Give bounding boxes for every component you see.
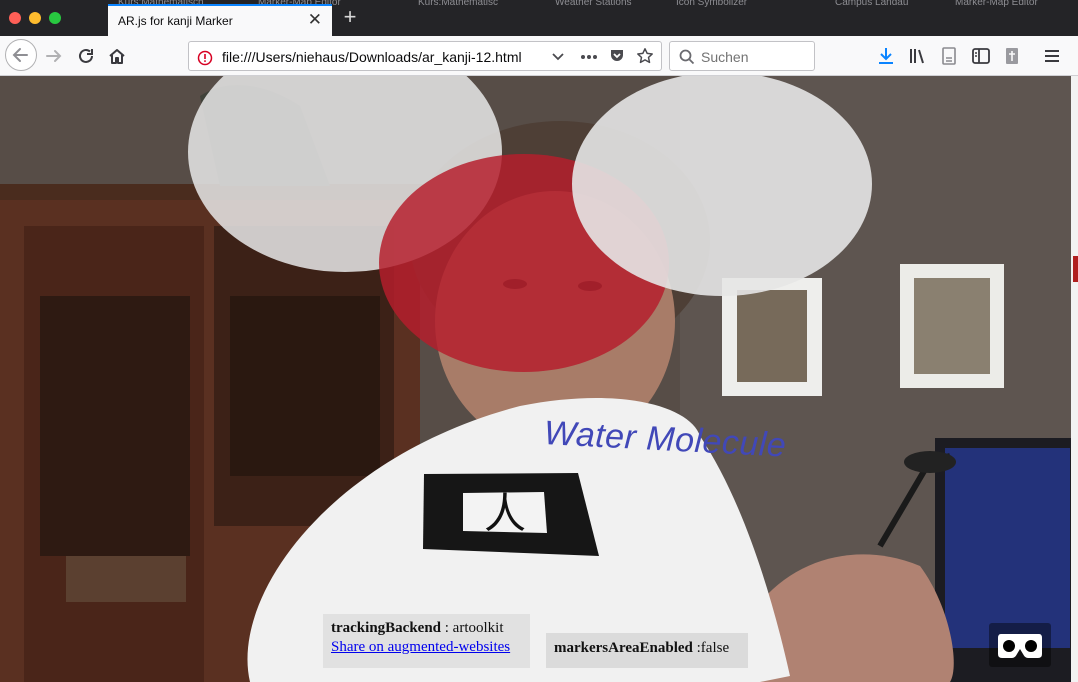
extension-button[interactable] bbox=[996, 40, 1028, 72]
monitor-screen bbox=[945, 448, 1070, 648]
markers-area-value: :false bbox=[692, 640, 730, 656]
forward-icon bbox=[46, 50, 62, 62]
vr-headset-icon bbox=[998, 634, 1042, 658]
camera-feed: 人 bbox=[0, 76, 1078, 682]
search-bar[interactable]: Suchen bbox=[669, 41, 815, 71]
extension-icon bbox=[1006, 48, 1018, 64]
page-actions-icon[interactable] bbox=[580, 54, 598, 60]
photo-right bbox=[914, 278, 990, 374]
search-placeholder: Suchen bbox=[701, 49, 749, 65]
tracking-backend-value: : artoolkit bbox=[441, 620, 504, 636]
home-icon bbox=[109, 49, 125, 64]
library-icon bbox=[910, 49, 924, 64]
vr-button[interactable] bbox=[989, 623, 1051, 667]
background-tab[interactable]: Weather Stations bbox=[555, 0, 665, 8]
dropdown-icon[interactable] bbox=[551, 52, 565, 62]
url-bar[interactable]: file:///Users/niehaus/Downloads/ar_kanji… bbox=[188, 41, 662, 71]
menu-icon bbox=[1045, 50, 1059, 62]
background-tab[interactable]: Marker-Map Editor bbox=[955, 0, 1065, 8]
library-button[interactable] bbox=[902, 40, 934, 72]
background-tab[interactable]: Icon Symbolizer bbox=[676, 0, 786, 8]
url-text[interactable]: file:///Users/niehaus/Downloads/ar_kanji… bbox=[222, 49, 522, 65]
reader-view-button[interactable] bbox=[933, 40, 965, 72]
page-edge-marker bbox=[1073, 256, 1078, 282]
pocket-icon[interactable] bbox=[609, 48, 625, 64]
info-icon[interactable] bbox=[197, 50, 213, 66]
cabinet-picture bbox=[66, 556, 186, 602]
lamp-head bbox=[904, 451, 956, 473]
home-button[interactable] bbox=[101, 40, 133, 72]
tab-title: AR.js for kanji Marker bbox=[118, 14, 233, 28]
tracking-backend-key: trackingBackend bbox=[331, 620, 442, 636]
reload-button[interactable] bbox=[70, 40, 102, 72]
markers-area-panel: markersAreaEnabled :false bbox=[546, 633, 748, 668]
download-icon bbox=[879, 48, 893, 64]
share-link[interactable]: Share on augmented-websites bbox=[331, 639, 522, 656]
back-icon bbox=[12, 48, 28, 62]
search-icon bbox=[679, 49, 695, 65]
reload-icon bbox=[79, 48, 93, 63]
tab-bar: Kurs:Mathematisch Marker-Map Editor Kurs… bbox=[0, 0, 1078, 36]
forward-button[interactable] bbox=[38, 40, 70, 72]
photo-left bbox=[737, 290, 807, 382]
sidebar-icon bbox=[972, 48, 990, 64]
markers-area-key: markersAreaEnabled bbox=[554, 640, 693, 656]
back-button[interactable] bbox=[5, 39, 37, 71]
active-tab[interactable]: AR.js for kanji Marker ✕ bbox=[108, 4, 332, 36]
cabinet-glass-right bbox=[230, 296, 380, 476]
window-maximize-button[interactable] bbox=[49, 12, 61, 24]
tracking-info-panel: trackingBackend : artoolkit Share on aug… bbox=[323, 614, 530, 668]
scrollbar[interactable] bbox=[1071, 76, 1078, 682]
navigation-bar: file:///Users/niehaus/Downloads/ar_kanji… bbox=[0, 36, 1078, 76]
hydrogen-atom-right bbox=[572, 76, 872, 296]
background-tab[interactable]: Kurs:Mathematisc bbox=[418, 0, 518, 8]
downloads-button[interactable] bbox=[870, 40, 902, 72]
bookmark-star-icon[interactable] bbox=[636, 47, 654, 65]
reader-icon bbox=[942, 47, 956, 65]
background-tab[interactable]: Campus Landau bbox=[835, 0, 935, 8]
kanji-glyph: 人 bbox=[484, 489, 526, 538]
cabinet-glass-left bbox=[40, 296, 190, 556]
window-minimize-button[interactable] bbox=[29, 12, 41, 24]
ar-viewport: 人 Water Molecule trackingBackend : artoo… bbox=[0, 76, 1078, 682]
menu-button[interactable] bbox=[1036, 40, 1068, 72]
tab-close-icon[interactable]: ✕ bbox=[308, 10, 322, 30]
new-tab-button[interactable]: + bbox=[338, 4, 362, 32]
window-close-button[interactable] bbox=[9, 12, 21, 24]
sidebar-button[interactable] bbox=[965, 40, 997, 72]
